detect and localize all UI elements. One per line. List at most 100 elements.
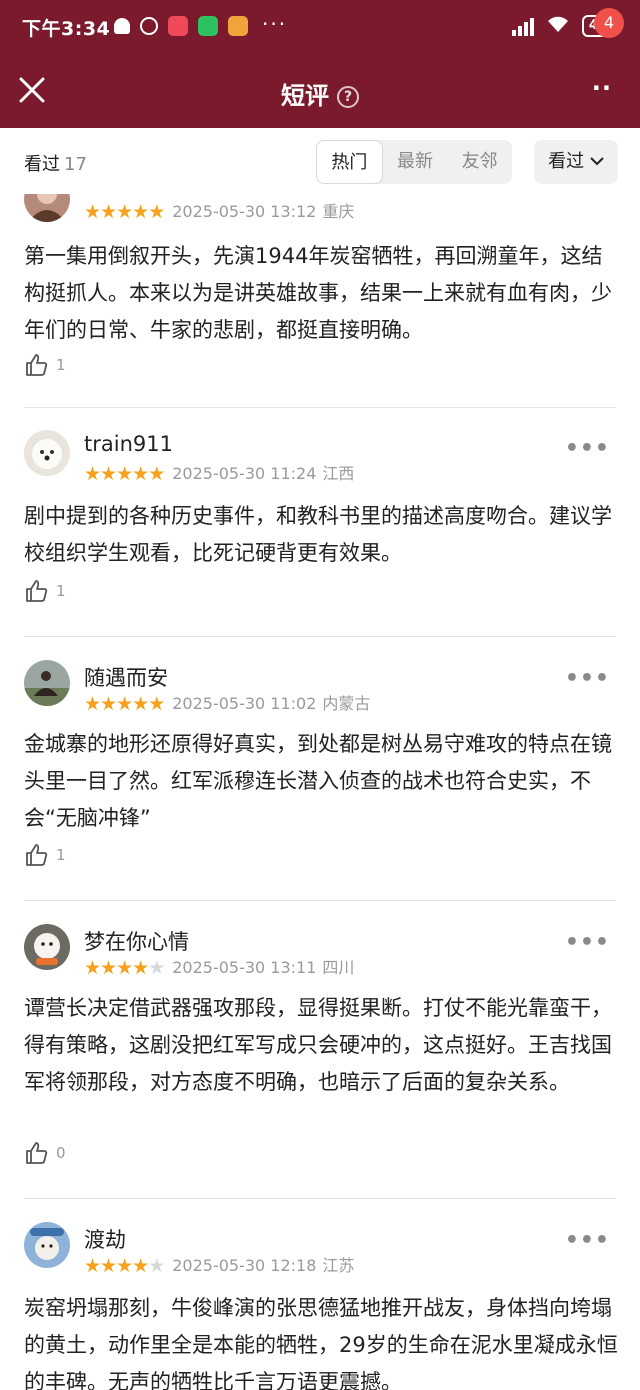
star-filled-icon: ★ bbox=[84, 201, 101, 223]
star-filled-icon: ★ bbox=[116, 693, 133, 715]
tab-friends[interactable]: 友邻 bbox=[447, 140, 512, 184]
watch-status-dropdown[interactable]: 看过 bbox=[534, 140, 618, 184]
star-filled-icon: ★ bbox=[132, 201, 149, 223]
like-button[interactable]: 0 bbox=[24, 1140, 66, 1166]
star-empty-icon: ★ bbox=[148, 957, 165, 979]
thumbs-up-icon bbox=[26, 1142, 48, 1164]
status-bar: 下午3:34 ··· 40 bbox=[0, 0, 640, 56]
avatar[interactable] bbox=[24, 1222, 70, 1268]
more-options-button[interactable]: ••• bbox=[565, 1228, 610, 1253]
avatar[interactable] bbox=[24, 430, 70, 476]
review-text: 炭窑坍塌那刻，牛俊峰演的张思德猛地推开战友，身体挡向垮塌的黄土，动作里全是本能的… bbox=[24, 1296, 618, 1390]
status-time: 下午3:34 bbox=[22, 18, 111, 40]
clock-icon bbox=[140, 17, 158, 35]
review-location: 内蒙古 bbox=[322, 694, 371, 713]
review-date: 2025-05-30 13:12 bbox=[172, 202, 317, 221]
review-meta: ★★★★★ 2025-05-30 11:24 江西 bbox=[84, 460, 354, 485]
notification-app-icon bbox=[168, 16, 188, 36]
star-filled-icon: ★ bbox=[132, 1255, 149, 1277]
star-filled-icon: ★ bbox=[148, 693, 165, 715]
star-filled-icon: ★ bbox=[148, 201, 165, 223]
review-location: 四川 bbox=[322, 958, 355, 977]
nav-bar: 短评? ·· bbox=[0, 56, 640, 128]
like-count: 1 bbox=[56, 582, 66, 600]
username[interactable]: 随遇而安 bbox=[84, 662, 168, 692]
star-filled-icon: ★ bbox=[116, 463, 133, 485]
wifi-icon bbox=[546, 14, 570, 37]
star-filled-icon: ★ bbox=[84, 1255, 101, 1277]
chevron-down-icon bbox=[590, 157, 604, 166]
thumbs-up-icon bbox=[26, 580, 48, 602]
star-filled-icon: ★ bbox=[84, 957, 101, 979]
menu-button[interactable]: ·· bbox=[592, 76, 612, 100]
star-filled-icon: ★ bbox=[132, 463, 149, 485]
wechat-icon bbox=[198, 16, 218, 36]
rating-stars: ★★★★★ bbox=[84, 463, 165, 485]
rating-stars: ★★★★★ bbox=[84, 1255, 165, 1277]
star-filled-icon: ★ bbox=[132, 957, 149, 979]
divider bbox=[24, 1198, 616, 1199]
star-filled-icon: ★ bbox=[100, 201, 117, 223]
page-title: 短评? bbox=[0, 76, 640, 111]
page-title-text: 短评 bbox=[281, 82, 329, 110]
star-filled-icon: ★ bbox=[116, 1255, 133, 1277]
avatar[interactable] bbox=[24, 924, 70, 970]
like-button[interactable]: 1 bbox=[24, 578, 66, 604]
star-empty-icon: ★ bbox=[148, 1255, 165, 1277]
review-date: 2025-05-30 12:18 bbox=[172, 1256, 317, 1275]
review-location: 江西 bbox=[322, 464, 355, 483]
app-header: 下午3:34 ··· 40 短评? ·· 4 bbox=[0, 0, 640, 128]
review-list: ★★★★★ 2025-05-30 13:12 重庆 第一集用倒叙开头，先演1944年… bbox=[0, 194, 640, 1390]
like-button[interactable]: 1 bbox=[24, 842, 66, 868]
signal-icon bbox=[511, 16, 534, 36]
review-location: 重庆 bbox=[322, 202, 355, 221]
divider bbox=[24, 636, 616, 637]
divider bbox=[24, 900, 616, 901]
rating-stars: ★★★★★ bbox=[84, 693, 165, 715]
star-filled-icon: ★ bbox=[132, 693, 149, 715]
thumbs-up-icon bbox=[26, 844, 48, 866]
avatar[interactable] bbox=[24, 194, 70, 222]
tab-hot[interactable]: 热门 bbox=[316, 140, 383, 184]
alarm-icon bbox=[114, 18, 130, 34]
star-filled-icon: ★ bbox=[84, 463, 101, 485]
review-meta: ★★★★★ 2025-05-30 13:11 四川 bbox=[84, 954, 354, 979]
review-date: 2025-05-30 13:11 bbox=[172, 958, 317, 977]
star-filled-icon: ★ bbox=[116, 957, 133, 979]
review-text: 金城寨的地形还原得好真实，到处都是树丛易守难攻的特点在镜头里一目了然。红军派穆连… bbox=[24, 732, 612, 830]
like-button[interactable]: 1 bbox=[24, 352, 66, 378]
like-count: 0 bbox=[56, 1144, 66, 1162]
star-filled-icon: ★ bbox=[116, 201, 133, 223]
username[interactable]: 梦在你心情 bbox=[84, 926, 189, 956]
like-count: 1 bbox=[56, 356, 66, 374]
seen-count-number: 17 bbox=[64, 154, 87, 175]
like-count: 1 bbox=[56, 846, 66, 864]
star-filled-icon: ★ bbox=[84, 693, 101, 715]
more-options-button[interactable]: ••• bbox=[565, 436, 610, 461]
star-filled-icon: ★ bbox=[100, 1255, 117, 1277]
review-text: 谭营长决定借武器强攻那段，显得挺果断。打仗不能光靠蛮干，得有策略，这剧没把红军写… bbox=[24, 996, 612, 1094]
seen-count: 看过 17 bbox=[24, 150, 87, 176]
divider bbox=[24, 407, 616, 408]
star-filled-icon: ★ bbox=[100, 463, 117, 485]
watch-status-label: 看过 bbox=[548, 151, 585, 172]
thumbs-up-icon bbox=[26, 354, 48, 376]
username[interactable]: train911 bbox=[84, 432, 173, 456]
seen-count-label: 看过 bbox=[24, 154, 60, 175]
notification-app-icon-2 bbox=[228, 16, 248, 36]
review-date: 2025-05-30 11:02 bbox=[172, 694, 317, 713]
tab-latest[interactable]: 最新 bbox=[383, 140, 448, 184]
more-options-button[interactable]: ••• bbox=[565, 666, 610, 691]
review-text: 剧中提到的各种历史事件，和教科书里的描述高度吻合。建议学校组织学生观看，比死记硬… bbox=[24, 504, 612, 565]
status-icons bbox=[114, 16, 248, 36]
avatar[interactable] bbox=[24, 660, 70, 706]
rating-stars: ★★★★★ bbox=[84, 957, 165, 979]
help-icon[interactable]: ? bbox=[337, 86, 359, 108]
review-meta: ★★★★★ 2025-05-30 11:02 内蒙古 bbox=[84, 690, 370, 715]
review-location: 江苏 bbox=[322, 1256, 355, 1275]
username[interactable]: 渡劫 bbox=[84, 1224, 126, 1254]
more-options-button[interactable]: ••• bbox=[565, 930, 610, 955]
rating-stars: ★★★★★ bbox=[84, 201, 165, 223]
review-meta: ★★★★★ 2025-05-30 12:18 江苏 bbox=[84, 1252, 354, 1277]
more-notifications-icon: ··· bbox=[262, 12, 288, 36]
